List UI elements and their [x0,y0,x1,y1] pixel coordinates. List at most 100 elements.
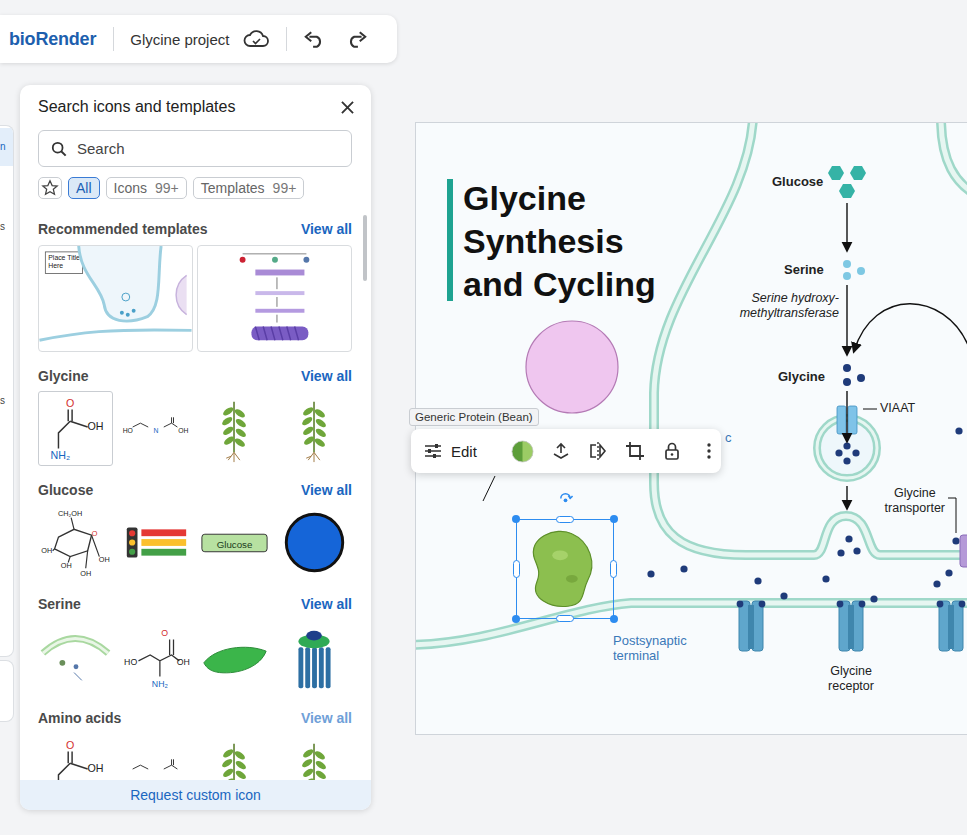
project-name[interactable]: Glycine project [130,31,229,48]
resize-handle[interactable] [610,560,617,578]
undo-icon[interactable] [303,31,325,48]
section-title: Amino acids [38,710,121,726]
template-card[interactable] [197,245,352,352]
glucose-label[interactable]: Glucose [772,174,823,189]
glycine-receptor[interactable] [737,601,766,651]
icon-tile[interactable] [277,733,352,780]
icon-label: OH [176,657,189,667]
request-custom-icon-button[interactable]: Request custom icon [20,780,371,810]
view-all-link[interactable]: View all [301,221,352,237]
view-all-link[interactable]: View all [301,482,352,498]
search-field[interactable]: Search [38,130,352,167]
glycine-label[interactable]: Glycine [778,369,825,384]
resize-handle[interactable] [556,516,574,523]
membrane-icon [39,620,112,693]
icon-tile[interactable] [118,505,193,580]
postsynaptic-label[interactable]: Postsynapticterminal [613,633,687,663]
icon-tile[interactable] [197,619,272,694]
side-rail-item[interactable]: s [0,220,13,234]
edit-button[interactable]: Edit [423,441,477,461]
canvas[interactable]: GlycineSynthesisand Cycling Glucose Serine… [415,122,967,735]
label-line: Serine hydroxy- [740,291,839,306]
lock-icon[interactable] [662,441,682,461]
icon-tile[interactable] [277,619,352,694]
star-icon [41,179,59,197]
arrange-icon[interactable] [551,441,571,461]
filter-chip[interactable]: All [68,177,100,199]
side-rail-item[interactable]: s [0,394,13,408]
flip-icon[interactable] [588,441,608,461]
resize-handle[interactable] [512,515,520,523]
receptor-icon [278,620,351,693]
redo-icon[interactable] [346,31,368,48]
presynaptic-label[interactable]: c [725,430,732,445]
icon-tile[interactable] [277,391,352,466]
color-swatch-icon[interactable] [511,440,534,463]
sliders-icon [423,441,443,461]
icon-tile[interactable]: OOHNH₂ [38,391,113,466]
icon-tile[interactable] [197,733,272,780]
icon-tile[interactable] [38,619,113,694]
scrollbar[interactable] [363,215,367,281]
template-card[interactable]: Place TitleHere [38,245,193,352]
transporter-label[interactable]: Glycinetransporter [885,486,945,516]
icon-tile[interactable]: OHOOHNH₂ [118,619,193,694]
resize-handle[interactable] [512,615,520,623]
icon-tile[interactable] [197,391,272,466]
arrow [846,391,847,441]
crop-icon[interactable] [625,441,645,461]
filter-chip[interactable]: Icons99+ [106,177,187,199]
icon-tile[interactable] [277,505,352,580]
glucose-molecules [828,166,866,198]
icon-tile[interactable]: Glucose [197,505,272,580]
glycine-receptor[interactable] [937,601,966,651]
view-all-link[interactable]: View all [301,368,352,384]
cloud-saved-icon[interactable] [243,30,269,48]
divider [113,27,114,51]
icon-label: N [153,427,158,434]
filter-chip[interactable]: Templates99+ [193,177,305,199]
icon-tile[interactable]: HONOH [118,391,193,466]
enzyme-label[interactable]: Serine hydroxy-methyltransferase [740,291,839,321]
view-all-link[interactable]: View all [301,596,352,612]
rotate-handle-icon[interactable] [558,490,573,505]
section-title: Serine [38,596,81,612]
object-toolbar: Edit [411,429,721,473]
icon-tile[interactable]: CH₂OHOOHOHOHOH [38,505,113,580]
title-line: Synthesis [463,220,656,263]
resize-handle[interactable] [610,615,618,623]
title-line: Glycine [463,177,656,220]
viaat-label[interactable]: VIAAT [880,401,915,416]
search-placeholder: Search [77,140,125,157]
icon-label: Glucose [217,539,253,550]
pink-circle[interactable] [526,321,618,413]
logo[interactable]: bioRender [9,29,96,50]
button-icon: Glucose [198,506,271,579]
chip-count: 99+ [155,180,179,196]
chip-label: Templates [201,180,265,196]
circle-icon [278,506,351,579]
more-icon[interactable] [699,441,719,461]
resize-handle[interactable] [610,515,618,523]
icon-label: CH₂OH [58,509,82,518]
glycine-transporter[interactable] [948,498,967,567]
structure-serine-icon: OHOOHNH₂ [119,620,192,693]
serine-label[interactable]: Serine [784,262,824,277]
resize-handle[interactable] [513,560,520,578]
search-panel: Search icons and templates Search All Icons… [20,85,371,810]
close-icon[interactable] [341,101,354,114]
selected-object[interactable] [516,519,614,619]
icon-section: Amino acids View all OOH [38,708,352,780]
icon-tile[interactable] [118,733,193,780]
chain-icon [119,734,192,780]
glycine-receptor[interactable] [837,601,866,651]
template-title-text: Place Title [48,254,80,261]
side-rail-item[interactable]: n [0,128,13,166]
receptor-label[interactable]: Glycinereceptor [806,664,896,694]
resize-handle[interactable] [556,615,574,622]
panel-title: Search icons and templates [38,98,235,116]
favorites-chip[interactable] [38,177,62,199]
view-all-link[interactable]: View all [301,710,352,726]
diagram-title[interactable]: GlycineSynthesisand Cycling [447,177,656,306]
icon-tile[interactable]: OOH [38,733,113,780]
